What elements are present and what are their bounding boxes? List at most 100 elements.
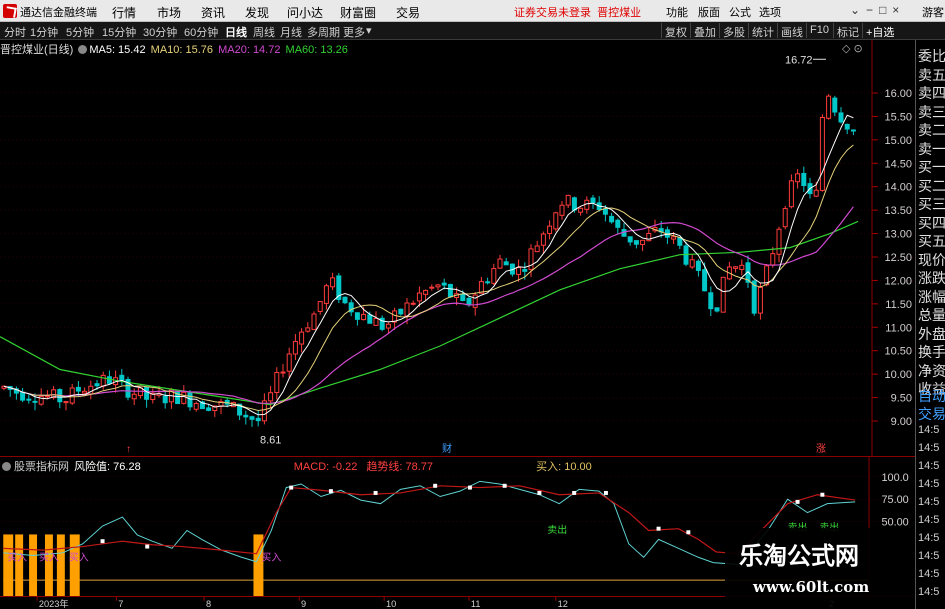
price-tick-label: 13.00 <box>884 229 912 241</box>
menu-banmian[interactable]: 版面 <box>698 4 720 20</box>
period-1min[interactable]: 1分钟 <box>30 24 58 40</box>
candle-body <box>441 282 447 286</box>
tool-f10[interactable]: F10 <box>806 23 832 38</box>
buy-value: 买入: 10.00 <box>536 461 592 473</box>
menu-xuanxiang[interactable]: 选项 <box>759 4 781 20</box>
candle-body <box>720 276 726 313</box>
period-fenshi[interactable]: 分时 <box>4 24 26 40</box>
candle-body <box>702 269 708 292</box>
kline-chart[interactable]: 16.00 15.50 15.00 14.50 14.00 13.50 13.00 12.50… <box>0 40 915 456</box>
tool-fuquan[interactable]: 复权 <box>661 23 690 39</box>
buy-signal-label: 买入 <box>39 551 59 563</box>
menu-gongshi[interactable]: 公式 <box>729 4 751 20</box>
candle-body <box>547 225 553 234</box>
chart-annotations: 16.72 8.61 ↑ 财 涨 ◇ ⊙ <box>126 43 863 455</box>
quote-field-label: 买四 <box>918 214 945 231</box>
period-multi[interactable]: 多周期 <box>307 24 340 40</box>
menu-item-hangqing[interactable]: 行情 <box>112 4 136 21</box>
candle-body <box>63 401 69 404</box>
period-15min[interactable]: 15分钟 <box>102 24 136 40</box>
tool-biaoji[interactable]: 标记 <box>833 23 862 39</box>
candle-body <box>460 293 466 302</box>
quote-field-label: 买三 <box>918 196 945 212</box>
candle-body <box>782 208 788 228</box>
tool-duogu[interactable]: 多股 <box>719 23 748 39</box>
period-30min[interactable]: 30分钟 <box>143 24 177 40</box>
candle-body <box>255 417 261 422</box>
candle-body <box>553 212 559 230</box>
candle-body <box>100 374 106 387</box>
quote-field-label: 卖二 <box>918 122 945 138</box>
candle-body <box>757 286 763 314</box>
add-watchlist-button[interactable]: +自选 <box>862 23 897 39</box>
candle-body <box>435 284 441 288</box>
settings-icon[interactable] <box>2 462 11 471</box>
event-mark: ↑ <box>126 444 131 455</box>
period-more[interactable]: 更多 <box>343 24 365 40</box>
low-price-label: 8.61 <box>260 434 281 446</box>
candle-body <box>274 372 280 393</box>
indicator-name: 股票指标网 <box>0 461 69 473</box>
guest-label[interactable]: 游客 <box>922 4 944 20</box>
price-tick-label: 12.50 <box>884 252 912 264</box>
chevron-down-icon[interactable]: ▾ <box>366 24 372 37</box>
panel-tab[interactable]: 交易 <box>918 404 945 424</box>
candle-body <box>739 264 745 270</box>
buy-signal-bars <box>3 534 264 596</box>
period-monthly[interactable]: 月线 <box>280 24 302 40</box>
candle-body <box>516 267 522 275</box>
window-controls[interactable]: ⌄−□× <box>850 3 905 17</box>
quote-field-label: 外盘 <box>918 325 945 342</box>
candle-body <box>75 386 81 392</box>
period-5min[interactable]: 5分钟 <box>66 24 94 40</box>
quote-field-label: 买一 <box>918 159 945 175</box>
trend-dot <box>656 526 661 531</box>
tool-huaxian[interactable]: 画线 <box>777 23 806 39</box>
quote-panel: 委比 卖五 卖四 卖三 卖二 卖一 买一 买二 买三 买四 买五 现价 涨跌 涨幅 总量 外盘 换手 净资 收益 自动… <box>915 40 945 609</box>
indicator-legend: 股票指标网 风险值: 76.28 MACD: -0.22 趋势线: 78.77 … <box>0 458 592 474</box>
menu-item-faxian[interactable]: 发现 <box>245 4 269 21</box>
candle-body <box>292 341 298 355</box>
candle-body <box>416 292 422 302</box>
tool-diejia[interactable]: 叠加 <box>690 23 719 39</box>
candle-body <box>466 297 472 306</box>
candle-body <box>571 197 577 211</box>
candle-body <box>633 240 639 245</box>
indicator-tick-label: 75.00 <box>881 494 908 506</box>
login-notice[interactable]: 证券交易未登录 晋控煤业 <box>514 4 641 20</box>
candle-body <box>330 277 336 288</box>
panel-tab[interactable]: 自动 <box>918 386 945 406</box>
trend-dot <box>433 483 438 488</box>
candle-body <box>819 116 825 191</box>
candle-body <box>311 313 317 331</box>
menu-item-wenxiaoda[interactable]: 问小达 <box>287 4 323 21</box>
candle-body <box>280 371 286 374</box>
menu-item-caifuquan[interactable]: 财富圈 <box>340 4 376 21</box>
candle-body <box>844 123 850 130</box>
period-60min[interactable]: 60分钟 <box>184 24 218 40</box>
price-tick-label: 13.50 <box>884 205 912 217</box>
trend-dot <box>572 490 577 495</box>
menu-gongneng[interactable]: 功能 <box>666 4 688 20</box>
candle-body <box>559 204 565 216</box>
tool-tongji[interactable]: 统计 <box>748 23 777 39</box>
menu-item-zixun[interactable]: 资讯 <box>201 4 225 21</box>
candle-body <box>193 403 199 410</box>
settings-icon[interactable] <box>78 45 88 54</box>
candle-body <box>813 189 819 197</box>
candle-body <box>671 236 677 240</box>
candle-body <box>305 327 311 332</box>
candle-body <box>373 317 379 326</box>
trend-dot <box>145 544 150 549</box>
tick-time: 14:5 <box>918 496 940 508</box>
candle-body <box>528 248 534 270</box>
period-daily[interactable]: 日线 <box>225 24 247 40</box>
menu-item-jiaoyi[interactable]: 交易 <box>396 4 420 21</box>
candle-body <box>770 253 776 266</box>
candle-body <box>398 308 404 315</box>
candle-body <box>249 416 255 420</box>
candle-body <box>832 97 838 113</box>
candle-body <box>299 331 305 345</box>
period-weekly[interactable]: 周线 <box>253 24 275 40</box>
menu-item-shichang[interactable]: 市场 <box>157 4 181 21</box>
